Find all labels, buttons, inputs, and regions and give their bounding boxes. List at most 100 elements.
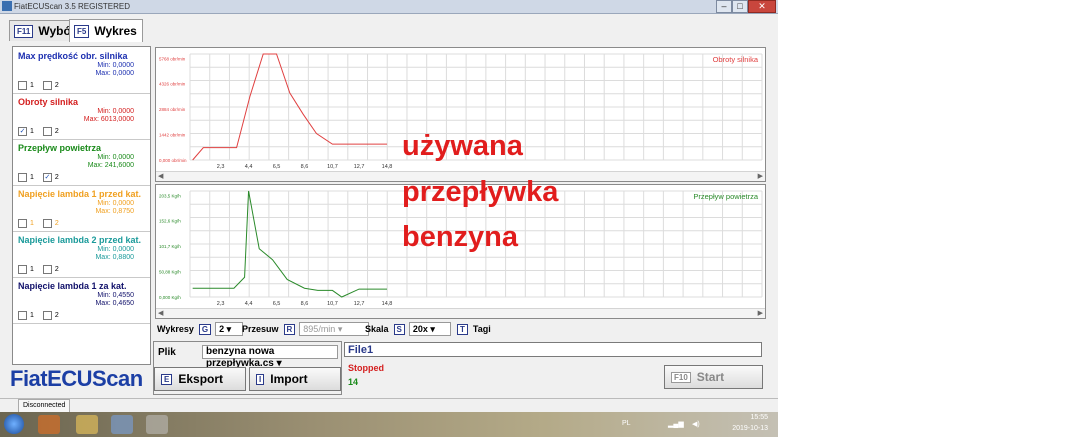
chart-title: Przepływ powietrza: [693, 192, 758, 201]
tab-wybor-key: F11: [14, 24, 34, 38]
param-checks: ✓ 1 2: [18, 127, 59, 136]
checkbox-2[interactable]: [42, 127, 52, 136]
status-state: Stopped: [348, 363, 384, 373]
chevron-down-icon: ▾: [337, 324, 343, 334]
x-tick-label: 2,3: [217, 301, 225, 307]
x-tick-label: 12,7: [354, 301, 365, 307]
skala-value: 20x: [412, 324, 428, 334]
x-tick-label: 8,6: [301, 164, 309, 170]
start-label: Start: [696, 370, 725, 384]
wykresy-select[interactable]: 2 ▾: [215, 322, 244, 336]
app-icon: [2, 1, 12, 11]
import-label: Import: [270, 372, 308, 386]
title-bar: FiatECUScan 3.5 REGISTERED – □ ✕: [0, 0, 778, 14]
scroll-right-icon[interactable]: ▶: [758, 309, 763, 318]
param-item[interactable]: Obroty silnika Min: 0,0000 Max: 6013,000…: [13, 93, 150, 140]
overlay-line-2: przepływka: [402, 176, 559, 208]
overlay-line-3: benzyna: [402, 221, 519, 253]
skala-control: Skala S 20x ▾: [365, 322, 451, 336]
przesuw-label: Przesuw: [242, 324, 279, 334]
close-button[interactable]: ✕: [748, 0, 776, 13]
y-tick-label: 0,000 obr/min: [159, 158, 187, 163]
import-key: I: [256, 373, 265, 385]
skala-select[interactable]: 20x ▾: [408, 322, 451, 336]
scroll-left-icon[interactable]: ◀: [158, 172, 163, 181]
import-button[interactable]: I Import: [249, 367, 341, 391]
file-name-field[interactable]: File1: [344, 342, 762, 357]
file-select[interactable]: benzyna nowa przepływka.cs ▾: [202, 345, 338, 369]
fiatecuscan-taskbar-icon[interactable]: [111, 415, 133, 434]
network-icon[interactable]: ▂▄▆: [668, 420, 684, 428]
chevron-down-icon: ▾: [430, 324, 435, 334]
scroll-right-icon[interactable]: ▶: [758, 172, 763, 181]
checkbox-2-label: 2: [54, 82, 59, 89]
tagi-label: Tagi: [472, 324, 491, 334]
param-min: Min: 0,0000: [97, 62, 134, 69]
tab-wybor[interactable]: F11 Wybór: [9, 20, 76, 41]
skala-key[interactable]: S: [393, 323, 405, 335]
folder-icon[interactable]: [76, 415, 98, 434]
start-menu-icon[interactable]: [4, 414, 24, 434]
tagi-key[interactable]: T: [457, 323, 468, 335]
param-name: Napięcie lambda 2 przed kat.: [18, 235, 142, 245]
y-tick-label: 4326 obr/min: [159, 82, 186, 87]
overlay-line-1: używana: [402, 130, 523, 162]
chart-scrollbar[interactable]: ◀ ▶: [156, 308, 765, 318]
start-key: F10: [671, 371, 691, 383]
param-max: Max: 0,8750: [95, 208, 134, 215]
language-indicator[interactable]: PL: [622, 420, 631, 427]
param-item[interactable]: Napięcie lambda 1 przed kat. Min: 0,0000…: [13, 185, 150, 232]
checkbox-2[interactable]: ✓: [42, 173, 52, 182]
tab-wykres-label: Wykres: [94, 24, 137, 38]
x-tick-label: 14,8: [382, 301, 393, 307]
tagi-control: T Tagi: [457, 322, 491, 336]
firefox-icon[interactable]: [38, 415, 60, 434]
checkbox-1-label: 1: [30, 128, 34, 135]
wykresy-key[interactable]: G: [198, 323, 212, 335]
status-panel: File1 Stopped 14 F10 Start: [344, 341, 764, 393]
maximize-button[interactable]: □: [732, 0, 748, 13]
param-max: Max: 0,0000: [95, 70, 134, 77]
checkbox-1[interactable]: [18, 173, 27, 182]
przesuw-select[interactable]: 895/min ▾: [299, 322, 370, 336]
minimize-button[interactable]: –: [716, 0, 732, 13]
start-button[interactable]: F10 Start: [664, 365, 763, 389]
param-item[interactable]: Przepływ powietrza Min: 0,0000 Max: 241,…: [13, 139, 150, 186]
checkbox-1[interactable]: [18, 265, 27, 274]
checkbox-1[interactable]: [18, 219, 27, 228]
param-checks: 1 2: [18, 265, 59, 274]
checkbox-2[interactable]: [42, 81, 52, 90]
param-item[interactable]: Max prędkość obr. silnika Min: 0,0000 Ma…: [13, 47, 150, 94]
checkbox-2[interactable]: [42, 265, 52, 274]
y-tick-label: 152,6 Kg/h: [159, 219, 181, 224]
y-tick-label: 0,000 Kg/h: [159, 295, 181, 300]
tab-wykres[interactable]: F5 Wykres: [69, 19, 143, 42]
x-tick-label: 8,6: [301, 301, 309, 307]
param-name: Napięcie lambda 1 przed kat.: [18, 189, 142, 199]
scroll-left-icon[interactable]: ◀: [158, 309, 163, 318]
checkbox-1[interactable]: [18, 81, 27, 90]
checkbox-1-label: 1: [30, 312, 34, 319]
volume-icon[interactable]: ◀): [692, 420, 700, 428]
y-tick-label: 5768 obr/min: [159, 56, 186, 61]
param-item[interactable]: Napięcie lambda 1 za kat. Min: 0,4550 Ma…: [13, 277, 150, 324]
param-name: Max prędkość obr. silnika: [18, 51, 128, 61]
checkbox-2-label: 2: [54, 128, 59, 135]
eksport-button[interactable]: E Eksport: [154, 367, 246, 391]
clock-date[interactable]: 2019-10-13: [732, 425, 768, 432]
parameter-list: Max prędkość obr. silnika Min: 0,0000 Ma…: [12, 46, 151, 365]
tab-wykres-key: F5: [74, 24, 90, 38]
x-tick-label: 12,7: [354, 164, 365, 170]
checkbox-2[interactable]: [42, 219, 52, 228]
checkbox-2[interactable]: [42, 311, 52, 320]
param-item[interactable]: Napięcie lambda 2 przed kat. Min: 0,0000…: [13, 231, 150, 278]
param-name: Obroty silnika: [18, 97, 79, 107]
checkbox-1[interactable]: [18, 311, 27, 320]
przesuw-key[interactable]: R: [283, 323, 296, 335]
app-taskbar-icon[interactable]: [146, 415, 168, 434]
checkbox-2-label: 2: [54, 266, 59, 273]
clock-time[interactable]: 15:55: [750, 414, 768, 421]
param-max: Max: 6013,0000: [83, 116, 134, 123]
param-name: Przepływ powietrza: [18, 143, 102, 153]
checkbox-1[interactable]: ✓: [18, 127, 27, 136]
